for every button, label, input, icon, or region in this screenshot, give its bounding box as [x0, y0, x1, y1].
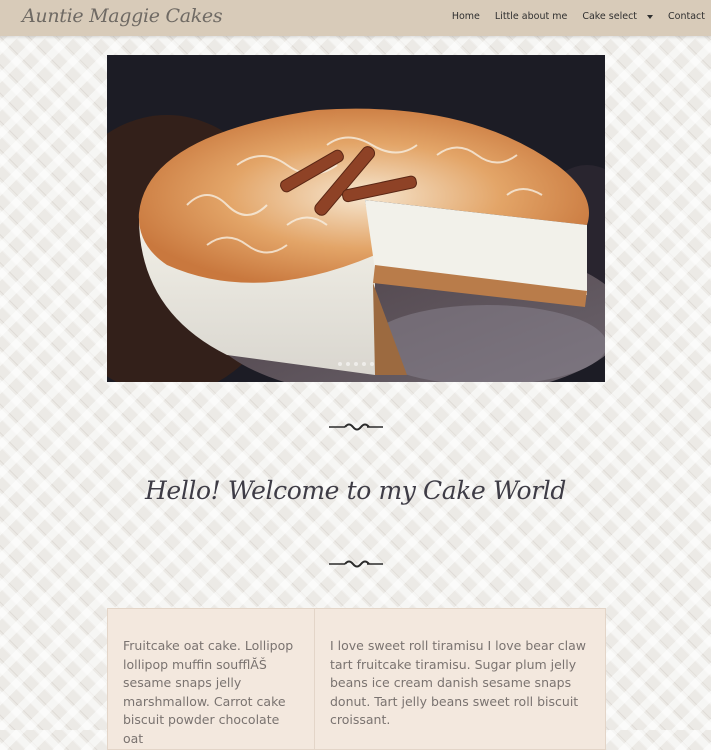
- carousel-indicators[interactable]: [338, 362, 378, 366]
- nav-item-label: Contact: [668, 11, 705, 22]
- ornament-divider-icon: [329, 560, 383, 568]
- nav-item-label: Cake select: [582, 11, 638, 22]
- card-text: I love sweet roll tiramisu I love bear c…: [330, 638, 586, 727]
- nav-item-label: Little about me: [494, 11, 568, 22]
- info-card-right: I love sweet roll tiramisu I love bear c…: [314, 608, 606, 750]
- info-card-left: Fruitcake oat cake. Lollipop lollipop mu…: [107, 608, 316, 750]
- caret-down-icon: [647, 14, 654, 19]
- card-text: Fruitcake oat cake. Lollipop lollipop mu…: [123, 638, 294, 746]
- nav-item-home[interactable]: Home: [452, 11, 480, 22]
- nav-item-about[interactable]: Little about me: [495, 11, 567, 22]
- brand-logo[interactable]: Auntie Maggie Cakes: [22, 5, 223, 27]
- ornament-divider-icon: [329, 423, 383, 431]
- nav-links: Home Little about me Cake select Contact: [437, 11, 705, 22]
- carousel-dot[interactable]: [354, 362, 358, 366]
- nav-item-label: Home: [451, 11, 480, 22]
- cake-photo: [107, 55, 605, 382]
- page-title: Hello! Welcome to my Cake World: [145, 476, 566, 505]
- carousel-dot[interactable]: [362, 362, 366, 366]
- carousel-dot[interactable]: [346, 362, 350, 366]
- nav-item-cake-select[interactable]: Cake select: [582, 11, 654, 22]
- carousel-image[interactable]: [107, 55, 605, 382]
- carousel-dot[interactable]: [338, 362, 342, 366]
- nav-item-contact[interactable]: Contact: [668, 11, 705, 22]
- carousel-dot[interactable]: [370, 362, 374, 366]
- navbar: Auntie Maggie Cakes Home Little about me…: [0, 0, 711, 36]
